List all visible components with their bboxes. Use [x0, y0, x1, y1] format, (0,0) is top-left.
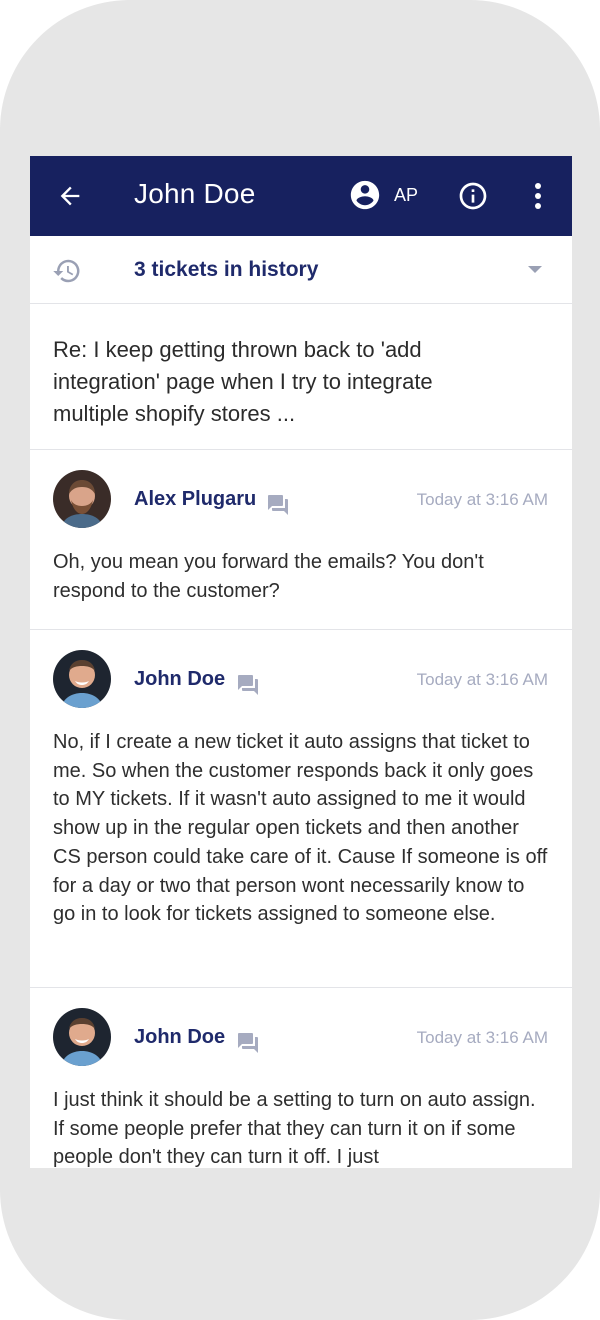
- info-button[interactable]: [457, 180, 489, 212]
- avatar: [53, 1008, 111, 1066]
- message-author: Alex Plugaru: [134, 488, 257, 510]
- account-circle-icon: [350, 180, 380, 210]
- chat-icon: [238, 1033, 258, 1053]
- message-author: John Doe: [134, 1026, 226, 1048]
- message-body: I just think it should be a setting to t…: [53, 1089, 536, 1168]
- page-title: John Doe: [134, 178, 256, 209]
- chat-icon: [268, 495, 288, 515]
- avatar: [53, 650, 111, 708]
- message-header: Alex Plugaru Today at 3:16 AM: [30, 450, 572, 548]
- assignee-button[interactable]: AP: [348, 178, 418, 212]
- message-time: Today at 3:16 AM: [416, 1028, 548, 1047]
- back-button[interactable]: [54, 180, 86, 212]
- app-screen: John Doe AP 3 tickets in history Re: I k…: [30, 156, 572, 1168]
- more-options-button[interactable]: [526, 180, 550, 212]
- assignee-initials: AP: [394, 184, 419, 205]
- message-body: Oh, you mean you forward the emails? You…: [53, 551, 484, 602]
- device-frame: John Doe AP 3 tickets in history Re: I k…: [0, 0, 600, 1320]
- message-time: Today at 3:16 AM: [416, 670, 548, 689]
- message-header: John Doe Today at 3:16 AM: [30, 988, 572, 1086]
- chat-icon: [238, 675, 258, 695]
- avatar: [53, 470, 111, 528]
- message-body: No, if I create a new ticket it auto ass…: [53, 731, 548, 926]
- message-author: John Doe: [134, 668, 226, 690]
- arrow-back-icon: [60, 186, 80, 206]
- message-header: John Doe Today at 3:16 AM: [30, 630, 572, 728]
- message-item: John Doe Today at 3:16 AM No, if I creat…: [30, 630, 572, 988]
- info-icon: [459, 182, 487, 210]
- ticket-history-toggle[interactable]: 3 tickets in history: [30, 236, 572, 304]
- ticket-subject: Re: I keep getting thrown back to 'add i…: [30, 304, 572, 450]
- history-icon: [53, 259, 80, 283]
- message-item: John Doe Today at 3:16 AM I just think i…: [30, 988, 572, 1168]
- chevron-down-icon: [528, 266, 542, 273]
- more-vert-icon: [535, 183, 541, 209]
- history-label: 3 tickets in history: [134, 258, 319, 281]
- message-item: Alex Plugaru Today at 3:16 AM Oh, you me…: [30, 450, 572, 630]
- app-bar: John Doe AP: [30, 156, 572, 236]
- message-time: Today at 3:16 AM: [416, 490, 548, 509]
